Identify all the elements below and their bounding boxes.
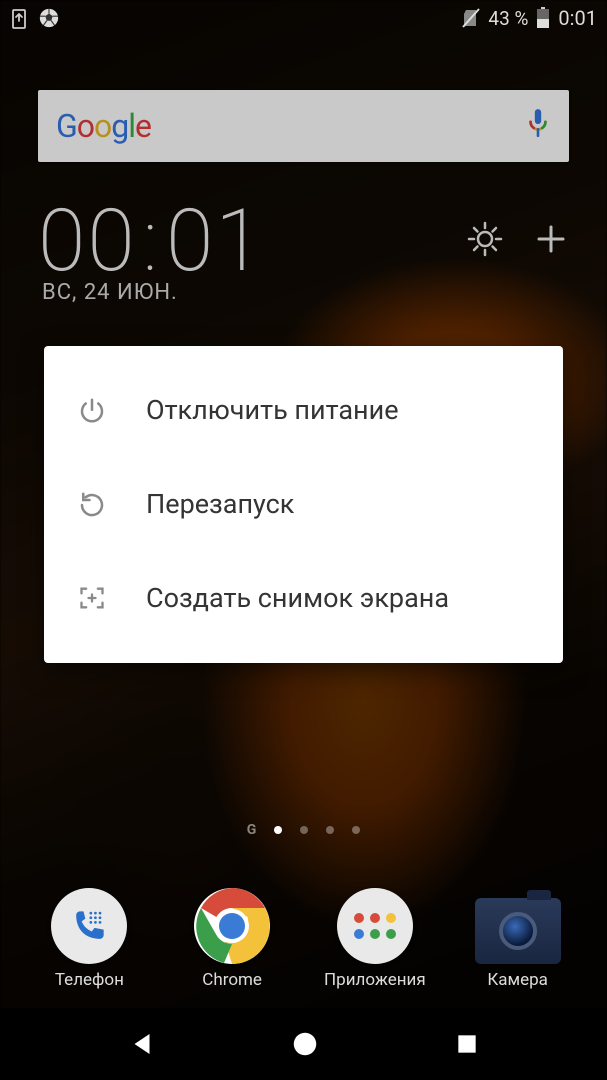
dock-camera-label: Камера xyxy=(487,970,548,990)
page-dot[interactable] xyxy=(274,826,282,834)
google-logo: G o o g l e xyxy=(56,107,151,145)
no-sim-icon xyxy=(462,8,480,28)
battery-percent: 43 % xyxy=(488,7,528,30)
page-dot[interactable] xyxy=(326,826,334,834)
status-time: 0:01 xyxy=(558,6,597,30)
nav-home-button[interactable] xyxy=(290,1029,320,1059)
dock-camera[interactable]: Камера xyxy=(458,898,578,990)
power-off-item[interactable]: Отключить питание xyxy=(44,364,563,458)
brightness-icon[interactable] xyxy=(465,219,505,263)
page-indicator: G xyxy=(0,822,607,838)
clock-hours: 00 xyxy=(38,190,137,291)
screenshot-icon xyxy=(74,584,110,612)
soccer-icon xyxy=(38,7,60,29)
dock-apps[interactable]: Приложения xyxy=(315,888,435,990)
google-search-bar[interactable]: G o o g l e xyxy=(38,90,569,162)
clock-minutes: 01 xyxy=(166,190,265,291)
page-google-icon[interactable]: G xyxy=(247,822,257,838)
clock-date[interactable]: ВС, 24 ИЮН. xyxy=(42,280,178,305)
dock-phone[interactable]: Телефон xyxy=(29,888,149,990)
dock-phone-label: Телефон xyxy=(55,970,124,990)
nav-bar xyxy=(0,1008,607,1080)
nav-back-button[interactable] xyxy=(127,1029,157,1059)
power-off-label: Отключить питание xyxy=(146,394,399,428)
add-widget-icon[interactable] xyxy=(533,221,569,261)
restart-label: Перезапуск xyxy=(146,488,294,522)
nav-recent-button[interactable] xyxy=(454,1031,480,1057)
status-bar: 43 % 0:01 xyxy=(0,0,607,36)
dock: Телефон Chrome Приложения xyxy=(0,888,607,990)
restart-item[interactable]: Перезапуск xyxy=(44,458,563,552)
phone-icon xyxy=(51,888,127,964)
dock-chrome[interactable]: Chrome xyxy=(172,888,292,990)
chrome-icon xyxy=(194,888,270,964)
clock-widget[interactable]: 00 : 01 xyxy=(38,190,569,291)
battery-icon xyxy=(536,7,550,29)
page-dot[interactable] xyxy=(352,826,360,834)
power-menu-dialog: Отключить питание Перезапуск Создать сни… xyxy=(44,346,563,663)
apps-drawer-icon xyxy=(337,888,413,964)
upload-icon xyxy=(10,7,28,29)
page-dot[interactable] xyxy=(300,826,308,834)
mic-icon[interactable] xyxy=(525,107,551,145)
screenshot-label: Создать снимок экрана xyxy=(146,582,449,616)
screenshot-item[interactable]: Создать снимок экрана xyxy=(44,552,563,646)
clock-colon: : xyxy=(143,190,160,291)
restart-icon xyxy=(74,490,110,520)
camera-icon xyxy=(475,898,561,964)
dock-chrome-label: Chrome xyxy=(202,970,262,990)
dock-apps-label: Приложения xyxy=(324,970,426,990)
power-icon xyxy=(74,396,110,426)
